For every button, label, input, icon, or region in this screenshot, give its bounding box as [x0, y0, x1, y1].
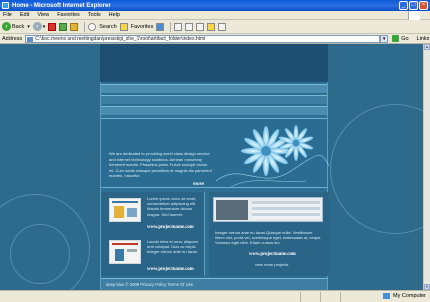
background-swirl	[10, 224, 70, 284]
search-label: Search	[99, 23, 117, 30]
stop-button[interactable]	[48, 22, 57, 31]
windows-logo-icon	[408, 11, 420, 20]
toolbar-separator	[84, 21, 86, 32]
favorites-star-icon	[119, 22, 128, 31]
status-divider	[320, 292, 321, 302]
news-item-link[interactable]: www.projectname.com	[147, 225, 194, 230]
hero-more-link[interactable]: more	[193, 181, 204, 186]
close-button[interactable]: ×	[419, 1, 428, 10]
print-button[interactable]	[185, 22, 194, 31]
window-title: Home - Microsoft Internet Explorer	[12, 2, 111, 9]
ie-app-icon	[2, 2, 9, 9]
go-arrow-icon	[392, 35, 400, 42]
thumbnail-figure	[127, 208, 137, 217]
status-divider	[300, 292, 301, 302]
standard-toolbar: ‹ Back ▾ › ▾ Search Favorites	[0, 20, 430, 34]
back-label: Back	[12, 23, 25, 30]
maximize-button[interactable]: □	[409, 1, 418, 10]
thumbnail-figure	[114, 206, 124, 218]
address-bar: Address C:\boc.meens and mettingdan\pres…	[0, 34, 430, 44]
back-arrow-icon: ‹	[2, 22, 11, 31]
edit-button[interactable]	[196, 22, 205, 31]
menu-view[interactable]: View	[37, 12, 49, 18]
view-more-projects-link[interactable]: view more projects	[255, 262, 288, 267]
messenger-button[interactable]	[218, 22, 227, 31]
projects-column: Integer rutrum ante eu lacus.Quisque nul…	[209, 192, 329, 276]
links-button[interactable]: Links	[417, 36, 430, 42]
blue-flower-image	[215, 124, 329, 188]
news-item-link[interactable]: www.projectname.com	[147, 267, 194, 272]
page-viewport: We are dedicated to providing world clas…	[0, 44, 423, 290]
menu-edit[interactable]: Edit	[20, 12, 29, 18]
thumbnail-header-bar	[112, 243, 138, 245]
forward-dropdown-icon[interactable]: ▾	[43, 24, 46, 30]
minimize-button[interactable]: _	[399, 1, 408, 10]
nav-strip[interactable]	[101, 95, 327, 104]
security-zone: My Computer	[382, 293, 426, 299]
footer-text[interactable]: deep blue © 2009 Privacy Policy Terms Of…	[106, 282, 193, 287]
title-bar: Home - Microsoft Internet Explorer _ □ ×	[0, 0, 430, 11]
thumbnail-figure	[127, 249, 137, 252]
folder-button[interactable]	[207, 22, 216, 31]
menu-favorites[interactable]: Favorites	[57, 12, 80, 18]
news-item-text: Lacotn tetur et urna, aliquam erat volut…	[147, 239, 199, 255]
menu-bar: File Edit View Favorites Tools Help	[0, 11, 430, 20]
thumbnail-header-bar	[112, 201, 138, 203]
background-swirl	[330, 104, 423, 234]
nav-strip[interactable]	[101, 84, 327, 93]
menu-file[interactable]: File	[3, 12, 12, 18]
banner-artwork	[216, 200, 248, 220]
project-link[interactable]: www.projectname.com	[249, 252, 296, 257]
menu-tools[interactable]: Tools	[88, 12, 101, 18]
favorites-label: Favorites	[130, 23, 154, 30]
page-header-band	[100, 44, 328, 82]
status-divider	[340, 292, 341, 302]
go-label: Go	[401, 35, 409, 42]
hero-intro-text: We are dedicated to providing world clas…	[109, 151, 212, 179]
back-button[interactable]: ‹ Back	[2, 22, 24, 31]
project-thumbnail[interactable]	[109, 198, 141, 222]
news-item-text: Lorem ipsum dolor sit amet, consectetuer…	[147, 196, 197, 217]
address-input[interactable]: C:\boc.meens and mettingdan\presistigi_s…	[25, 34, 381, 43]
address-label: Address	[2, 35, 23, 42]
banner-stripes	[252, 201, 320, 219]
news-column: Lorem ipsum dolor sit amet, consectetuer…	[101, 192, 205, 276]
mail-button[interactable]	[174, 22, 183, 31]
project-banner-image[interactable]	[213, 197, 323, 222]
go-button[interactable]: Go	[392, 35, 409, 42]
scroll-up-icon[interactable]: ▲	[424, 44, 430, 50]
zone-label: My Computer	[392, 293, 426, 299]
project-description: Integer rutrum ante eu lacus.Quisque nul…	[215, 230, 322, 246]
hero-section: We are dedicated to providing world clas…	[101, 118, 329, 188]
search-icon	[88, 22, 97, 31]
search-button[interactable]: Search	[88, 22, 117, 31]
back-dropdown-icon[interactable]: ▾	[27, 24, 30, 30]
refresh-button[interactable]	[59, 22, 68, 31]
project-thumbnail[interactable]	[109, 240, 141, 264]
address-dropdown-icon[interactable]: ▾	[380, 34, 389, 43]
forward-button[interactable]: ›	[32, 22, 42, 31]
home-button[interactable]	[70, 22, 79, 31]
window-controls: _ □ ×	[399, 1, 428, 10]
vertical-scrollbar[interactable]: ▲ ▼	[423, 44, 430, 290]
menu-help[interactable]: Help	[109, 12, 120, 18]
media-button[interactable]	[156, 22, 165, 31]
thumbnail-figure	[115, 249, 124, 261]
nav-strip[interactable]	[101, 106, 327, 115]
status-bar: My Computer	[0, 290, 430, 302]
toolbar-separator	[170, 21, 172, 32]
page-footer: deep blue © 2009 Privacy Policy Terms Of…	[101, 278, 327, 290]
computer-icon	[382, 293, 390, 299]
main-content: We are dedicated to providing world clas…	[100, 82, 329, 290]
favorites-button[interactable]: Favorites	[119, 22, 154, 31]
